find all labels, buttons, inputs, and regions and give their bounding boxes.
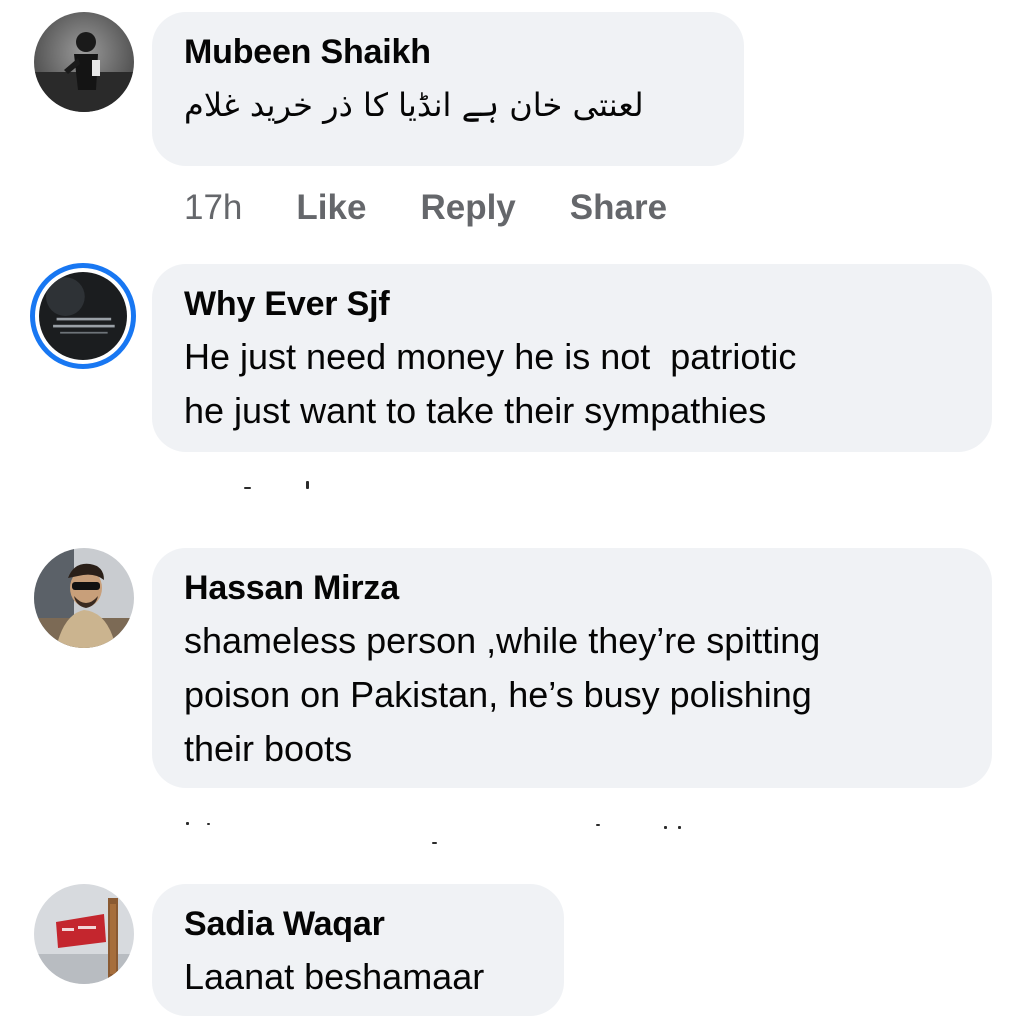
scan-artifact [306,481,309,489]
comment-text: لعنتی خان ہے انڈیا کا ذر خرید غلام [184,86,644,124]
avatar-why-ever-sjf[interactable] [30,263,136,369]
scan-artifact [207,823,210,825]
scan-artifact [244,487,251,489]
comment-author[interactable]: Hassan Mirza [184,568,960,608]
comment-author[interactable]: Sadia Waqar [184,904,532,944]
comment-text: Laanat beshamaar [184,956,485,997]
comment-bubble-1: Mubeen Shaikh لعنتی خان ہے انڈیا کا ذر خ… [152,12,744,166]
scan-artifact [596,824,600,826]
comment-bubble-2: Why Ever Sjf He just need money he is no… [152,264,992,452]
comment-timestamp[interactable]: 17h [184,188,242,228]
share-button[interactable]: Share [570,188,667,228]
reply-button[interactable]: Reply [420,188,515,228]
like-button[interactable]: Like [296,188,366,228]
scan-artifact [678,826,681,829]
comment-text: He just need money he is not patriotic h… [184,336,797,431]
avatar-sadia-waqar[interactable] [34,884,134,984]
scan-artifact [664,826,667,829]
avatar-hassan-mirza[interactable] [34,548,134,648]
comment-bubble-3: Hassan Mirza shameless person ,while the… [152,548,992,788]
comment-author[interactable]: Mubeen Shaikh [184,32,712,72]
scan-artifact [186,822,189,825]
comment-bubble-4: Sadia Waqar Laanat beshamaar [152,884,564,1016]
scan-artifact [432,842,437,844]
comment-text: shameless person ,while they’re spitting… [184,620,821,769]
avatar-mubeen-shaikh[interactable] [34,12,134,112]
comment-actions: 17h Like Reply Share [184,188,721,228]
comment-author[interactable]: Why Ever Sjf [184,284,960,324]
